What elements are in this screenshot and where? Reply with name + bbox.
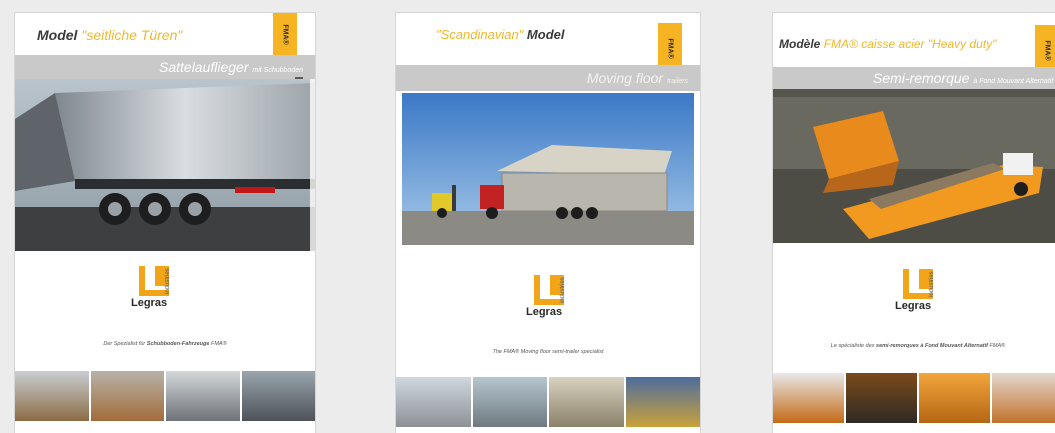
title-bar: Modèle FMA® caisse acier "Heavy duty" FM… bbox=[773, 13, 1055, 75]
legras-logo: Legras industries bbox=[127, 266, 187, 318]
cover-tagline: Le spécialiste des semi-remorques à Fond… bbox=[773, 343, 1055, 349]
subtitle-band: Semi-remorque à Fond Mouvant Alternatif bbox=[773, 67, 1055, 89]
tagline-bold: semi-remorques à Fond Mouvant Alternatif bbox=[876, 343, 988, 349]
title-bar: Model "seitliche Türen" FMA® bbox=[15, 13, 315, 55]
tagline-bold: Schubboden-Fahrzeuge bbox=[146, 341, 210, 347]
cover-title: Model "seitliche Türen" bbox=[37, 27, 182, 43]
tagline-pre: Le spécialiste des bbox=[830, 343, 875, 349]
tab-label: FMA® bbox=[666, 37, 674, 59]
tagline-post: FMA® bbox=[989, 343, 1006, 349]
subtitle-band: Sattelauflieger mit Schubboden bbox=[15, 55, 315, 79]
cover-title: "Scandinavian" Model bbox=[436, 27, 564, 42]
brochure-cover-german[interactable]: Model "seitliche Türen" FMA® Sattelaufli… bbox=[15, 13, 315, 433]
brand-name: Legras bbox=[895, 300, 932, 312]
subtitle-small: à Fond Mouvant Alternatif bbox=[973, 78, 1054, 85]
subtitle-main: Semi-remorque bbox=[873, 70, 970, 86]
title-main: Model bbox=[526, 27, 565, 42]
cover-title: Modèle FMA® caisse acier "Heavy duty" bbox=[779, 37, 996, 51]
truck-photo bbox=[15, 79, 315, 251]
cover-tagline: The FMA® Moving floor semi-trailer speci… bbox=[492, 349, 604, 355]
truck-photo bbox=[773, 89, 1055, 243]
brand-sub: industries bbox=[165, 268, 171, 294]
legras-logo: Legras industries bbox=[891, 269, 951, 321]
cover-subtitle: Moving floor trailers bbox=[587, 70, 688, 86]
legras-logo: Legras industries bbox=[522, 275, 582, 327]
thumbnail-strip bbox=[773, 373, 1055, 423]
thumbnail-strip bbox=[15, 371, 315, 421]
tab-label: FMA® bbox=[281, 23, 289, 45]
cover-subtitle: Sattelauflieger mit Schubboden bbox=[159, 59, 303, 75]
brand-sub: industries bbox=[929, 271, 935, 297]
subtitle-small: mit Schubboden bbox=[252, 67, 303, 74]
subtitle-main: Sattelauflieger bbox=[159, 59, 249, 75]
subtitle-main: Moving floor bbox=[586, 70, 664, 86]
truck-photo bbox=[402, 93, 694, 245]
tagline-pre: Der Spezialist für bbox=[103, 341, 146, 347]
subtitle-small: trailers bbox=[666, 78, 688, 85]
title-accent: FMA® caisse acier "Heavy duty" bbox=[823, 37, 997, 51]
title-bar: "Scandinavian" Model FMA® bbox=[396, 13, 700, 73]
cover-tagline: Der Spezialist für Schubboden-Fahrzeuge … bbox=[15, 341, 315, 347]
thumbnail-strip bbox=[396, 377, 700, 427]
brand-name: Legras bbox=[526, 306, 563, 318]
tagline-post: FMA® bbox=[210, 341, 227, 347]
brand-sub: industries bbox=[560, 277, 566, 303]
subtitle-band: Moving floor trailers bbox=[396, 65, 700, 91]
brand-name: Legras bbox=[131, 297, 168, 309]
cover-subtitle: Semi-remorque à Fond Mouvant Alternatif bbox=[873, 70, 1053, 86]
title-accent: "seitliche Türen" bbox=[81, 27, 183, 43]
title-main: Modèle bbox=[779, 37, 821, 51]
title-accent: "Scandinavian" bbox=[436, 27, 524, 42]
brochure-cover-french[interactable]: Modèle FMA® caisse acier "Heavy duty" FM… bbox=[773, 13, 1055, 433]
brochure-cover-english[interactable]: "Scandinavian" Model FMA® Moving floor t… bbox=[396, 13, 700, 433]
title-main: Model bbox=[37, 27, 78, 43]
fma-tab: FMA® bbox=[273, 13, 297, 55]
tab-label: FMA® bbox=[1043, 39, 1051, 61]
